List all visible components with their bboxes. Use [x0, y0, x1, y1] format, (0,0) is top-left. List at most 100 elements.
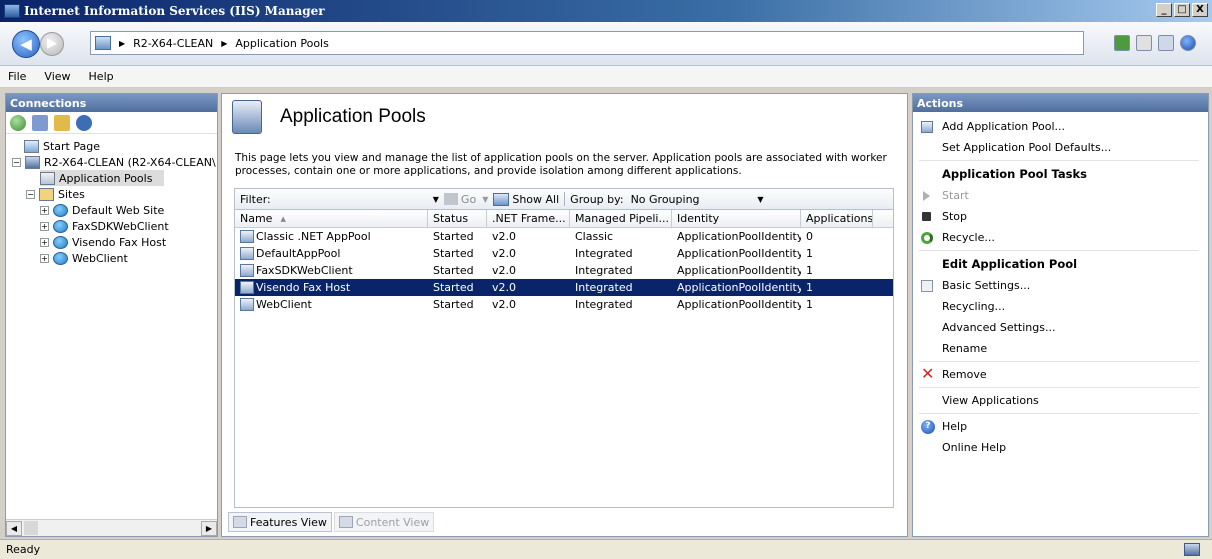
- horizontal-scrollbar[interactable]: ◀ ▶: [6, 519, 217, 536]
- globe-icon: [53, 251, 68, 265]
- cell-identity: ApplicationPoolIdentity: [677, 247, 801, 260]
- table-row[interactable]: WebClient Started v2.0 Integrated Applic…: [235, 296, 893, 313]
- actions-header: Actions: [913, 94, 1208, 112]
- action-set-defaults[interactable]: Set Application Pool Defaults...: [913, 137, 1208, 158]
- breadcrumb[interactable]: ▶ R2-X64-CLEAN ▶ Application Pools: [90, 31, 1084, 55]
- table-row[interactable]: Classic .NET AppPool Started v2.0 Classi…: [235, 228, 893, 245]
- divider: [919, 413, 1199, 414]
- tree-item-site[interactable]: + WebClient: [12, 250, 217, 266]
- tree-item-site[interactable]: + FaxSDKWebClient: [12, 218, 217, 234]
- column-header-identity[interactable]: Identity: [672, 210, 801, 227]
- action-view-applications[interactable]: View Applications: [913, 390, 1208, 411]
- column-header-status[interactable]: Status: [428, 210, 487, 227]
- back-button[interactable]: ◀: [12, 30, 40, 58]
- action-help[interactable]: ? Help: [913, 416, 1208, 437]
- restore-button[interactable]: □: [1174, 3, 1190, 17]
- close-button[interactable]: X: [1192, 3, 1208, 17]
- forward-button[interactable]: ▶: [40, 32, 64, 56]
- breadcrumb-app-pools[interactable]: Application Pools: [235, 37, 328, 50]
- scroll-left-icon[interactable]: ◀: [6, 520, 22, 536]
- action-start[interactable]: Start: [913, 185, 1208, 206]
- tree-item-application-pools[interactable]: Application Pools: [40, 170, 164, 186]
- cell-net-version: v2.0: [492, 264, 517, 277]
- table-row[interactable]: DefaultAppPool Started v2.0 Integrated A…: [235, 245, 893, 262]
- tree-item-server[interactable]: − R2-X64-CLEAN (R2-X64-CLEAN\: [12, 154, 217, 170]
- go-icon[interactable]: [443, 193, 458, 205]
- menu-view[interactable]: View: [44, 70, 70, 83]
- group-by-select[interactable]: No Grouping ▼: [629, 191, 769, 207]
- go-button[interactable]: Go: [461, 193, 476, 206]
- go-dropdown-icon[interactable]: ▼: [482, 195, 488, 204]
- refresh-icon[interactable]: [1114, 35, 1130, 51]
- delete-connection-icon[interactable]: [76, 114, 92, 131]
- collapse-icon[interactable]: −: [26, 189, 35, 199]
- action-recycle[interactable]: Recycle...: [913, 227, 1208, 248]
- action-stop[interactable]: Stop: [913, 206, 1208, 227]
- cell-identity: ApplicationPoolIdentity: [677, 298, 801, 311]
- iis-app-icon: [4, 4, 20, 18]
- actions-list: Add Application Pool... Set Application …: [913, 112, 1208, 458]
- application-pools-icon: [40, 171, 55, 185]
- breadcrumb-server[interactable]: R2-X64-CLEAN: [133, 37, 213, 50]
- scroll-thumb[interactable]: [24, 521, 38, 535]
- expand-icon[interactable]: +: [40, 253, 49, 263]
- cell-text: FaxSDKWebClient: [256, 264, 353, 277]
- expand-icon[interactable]: +: [40, 221, 49, 231]
- tree-item-start-page[interactable]: Start Page: [12, 138, 217, 154]
- scroll-right-icon[interactable]: ▶: [201, 520, 217, 536]
- table-row-selected[interactable]: Visendo Fax Host Started v2.0 Integrated…: [235, 279, 893, 296]
- action-add-application-pool[interactable]: Add Application Pool...: [913, 116, 1208, 137]
- column-header-net-framework[interactable]: .NET Frame...: [487, 210, 570, 227]
- section-header-edit-pool: Edit Application Pool: [942, 257, 1078, 271]
- filter-dropdown-icon[interactable]: ▼: [433, 195, 439, 204]
- cell-name: Visendo Fax Host: [235, 281, 428, 294]
- home-icon[interactable]: [1158, 35, 1174, 51]
- expand-icon[interactable]: +: [40, 237, 49, 247]
- show-all-button[interactable]: Show All: [512, 193, 559, 206]
- connect-icon[interactable]: [10, 114, 26, 131]
- action-label: Help: [942, 420, 968, 433]
- status-text: Ready: [6, 543, 41, 556]
- up-level-icon[interactable]: [54, 114, 70, 131]
- action-label: Add Application Pool...: [942, 120, 1065, 133]
- action-label: Advanced Settings...: [942, 321, 1056, 334]
- cell-applications: 0: [806, 230, 813, 243]
- action-basic-settings[interactable]: Basic Settings...: [913, 275, 1208, 296]
- help-icon[interactable]: [1180, 35, 1196, 51]
- breadcrumb-separator-icon: ▶: [119, 38, 126, 48]
- action-recycling[interactable]: Recycling...: [913, 296, 1208, 317]
- action-online-help[interactable]: Online Help: [913, 437, 1208, 458]
- stop-icon[interactable]: [1136, 35, 1152, 51]
- tab-features-view[interactable]: Features View: [228, 512, 332, 532]
- action-rename[interactable]: Rename: [913, 338, 1208, 359]
- recycle-icon: [921, 231, 933, 244]
- expand-icon[interactable]: +: [40, 205, 49, 215]
- tree-item-site[interactable]: + Default Web Site: [12, 202, 217, 218]
- action-advanced-settings[interactable]: Advanced Settings...: [913, 317, 1208, 338]
- show-all-icon[interactable]: [493, 192, 510, 206]
- collapse-icon[interactable]: −: [12, 157, 21, 167]
- column-header-applications[interactable]: Applications: [801, 210, 873, 227]
- menu-file[interactable]: File: [8, 70, 26, 83]
- action-label: Start: [942, 189, 969, 202]
- column-header-name[interactable]: Name ▲: [235, 210, 428, 227]
- tree-item-site[interactable]: + Visendo Fax Host: [12, 234, 217, 250]
- tab-content-view[interactable]: Content View: [333, 512, 435, 532]
- actions-panel: Actions Add Application Pool... Set Appl…: [912, 93, 1209, 537]
- cell-identity: ApplicationPoolIdentity: [677, 264, 801, 277]
- action-remove[interactable]: ✕ Remove: [913, 364, 1208, 385]
- menu-help[interactable]: Help: [89, 70, 114, 83]
- tree-label: Visendo Fax Host: [72, 235, 167, 249]
- save-icon[interactable]: [32, 114, 48, 131]
- table-row[interactable]: FaxSDKWebClient Started v2.0 Integrated …: [235, 262, 893, 279]
- column-header-managed-pipeline[interactable]: Managed Pipeli...: [570, 210, 672, 227]
- page-description: This page lets you view and manage the l…: [235, 152, 887, 177]
- tree-item-sites[interactable]: − Sites: [12, 186, 217, 202]
- minimize-button[interactable]: _: [1156, 3, 1172, 17]
- cell-pipeline: Integrated: [575, 298, 633, 311]
- filter-toolbar: Filter: ▼ Go ▼ Show All Group by: No Gro…: [234, 188, 894, 210]
- action-label: Recycling...: [942, 300, 1006, 313]
- cell-net-version: v2.0: [492, 281, 517, 294]
- filter-input[interactable]: [279, 191, 429, 207]
- app-pool-icon: [240, 281, 254, 294]
